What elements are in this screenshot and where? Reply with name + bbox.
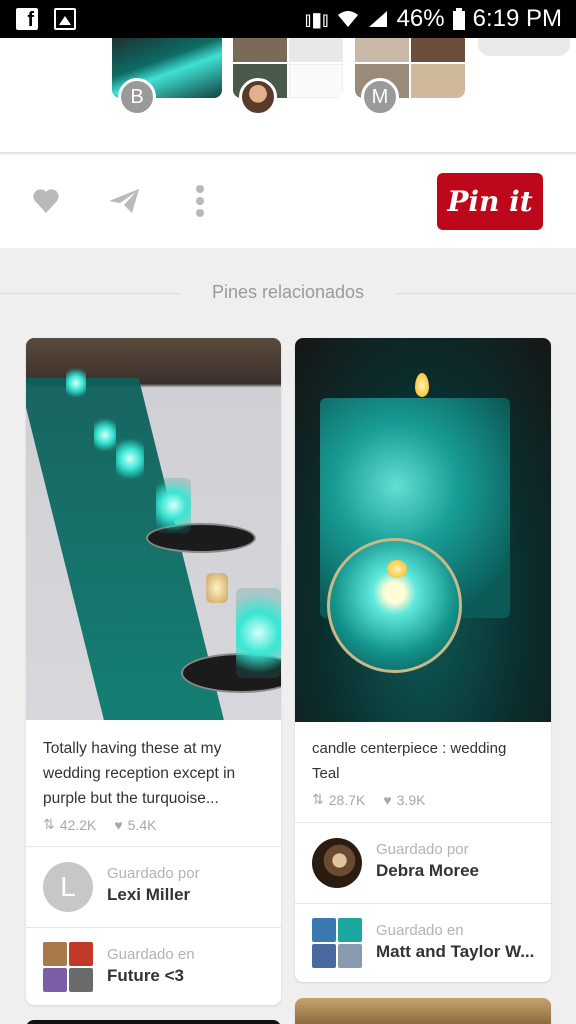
- vibrate-icon: ⫾▮⫾: [304, 8, 329, 31]
- saved-in-label: Guardado en: [107, 946, 195, 963]
- pin-it-button[interactable]: Pin it: [437, 173, 543, 230]
- saved-in-row[interactable]: Guardado en Future <3: [26, 928, 281, 1005]
- facebook-icon: f: [16, 8, 38, 30]
- saved-by-name[interactable]: Debra Moree: [376, 861, 479, 881]
- saved-by-row[interactable]: Guardado por Debra Moree: [295, 823, 551, 903]
- repin-icon: ⇅: [312, 791, 324, 807]
- battery-icon: [452, 8, 465, 30]
- status-bar: f ⫾▮⫾ 46% 6:19 PM: [0, 0, 576, 38]
- repin-icon: ⇅: [43, 816, 55, 832]
- pin-stats: ⇅ 28.7K ♥ 3.9K: [295, 786, 551, 808]
- pin-description: Totally having these at my wedding recep…: [43, 740, 236, 807]
- more-icon[interactable]: [184, 185, 216, 217]
- saved-in-board[interactable]: Future <3: [107, 966, 195, 986]
- avatar[interactable]: M: [361, 78, 399, 116]
- signal-icon: [368, 11, 387, 27]
- avatar[interactable]: [239, 78, 277, 116]
- saved-by-label: Guardado por: [107, 865, 200, 882]
- board-thumbnail[interactable]: [43, 942, 93, 992]
- gallery-icon: [54, 8, 76, 30]
- repin-count: 42.2K: [59, 816, 97, 833]
- send-icon[interactable]: [108, 185, 140, 217]
- saved-in-board[interactable]: Matt and Taylor W...: [376, 942, 534, 962]
- avatar[interactable]: B: [118, 78, 156, 116]
- saved-by-name[interactable]: Lexi Miller: [107, 885, 200, 905]
- pin-card[interactable]: [26, 1020, 281, 1024]
- wifi-icon: [337, 11, 358, 27]
- pin-card[interactable]: [295, 998, 551, 1024]
- saved-by-row[interactable]: L Guardado por Lexi Miller: [26, 847, 281, 927]
- pin-image[interactable]: [26, 338, 281, 720]
- repin-count: 28.7K: [328, 791, 366, 808]
- like-icon: ♥: [114, 816, 123, 833]
- pin-description: candle centerpiece : wedding Teal: [312, 740, 507, 782]
- heart-icon[interactable]: [30, 185, 62, 217]
- avatar[interactable]: [312, 838, 362, 888]
- saved-in-row[interactable]: Guardado en Matt and Taylor W...: [295, 904, 551, 982]
- board-thumbnail[interactable]: [478, 38, 570, 56]
- like-count: 5.4K: [127, 816, 157, 833]
- saved-in-label: Guardado en: [376, 922, 464, 939]
- pin-image[interactable]: [295, 338, 551, 722]
- pin-action-bar: Pin it: [0, 155, 576, 248]
- pin-card[interactable]: candle centerpiece : wedding Teal ⇅ 28.7K…: [295, 338, 551, 982]
- related-pins-heading: Pines relacionados: [0, 282, 576, 303]
- saved-by-label: Guardado por: [376, 841, 469, 858]
- board-thumbnail[interactable]: [312, 918, 362, 968]
- clock: 6:19 PM: [472, 5, 562, 32]
- pin-card[interactable]: Totally having these at my wedding recep…: [26, 338, 281, 1005]
- like-icon: ♥: [383, 791, 392, 808]
- avatar[interactable]: L: [43, 862, 93, 912]
- pin-stats: ⇅ 42.2K ♥ 5.4K: [26, 811, 281, 833]
- like-count: 3.9K: [396, 791, 426, 808]
- boards-strip: B M: [0, 38, 576, 153]
- battery-percent: 46%: [396, 5, 445, 32]
